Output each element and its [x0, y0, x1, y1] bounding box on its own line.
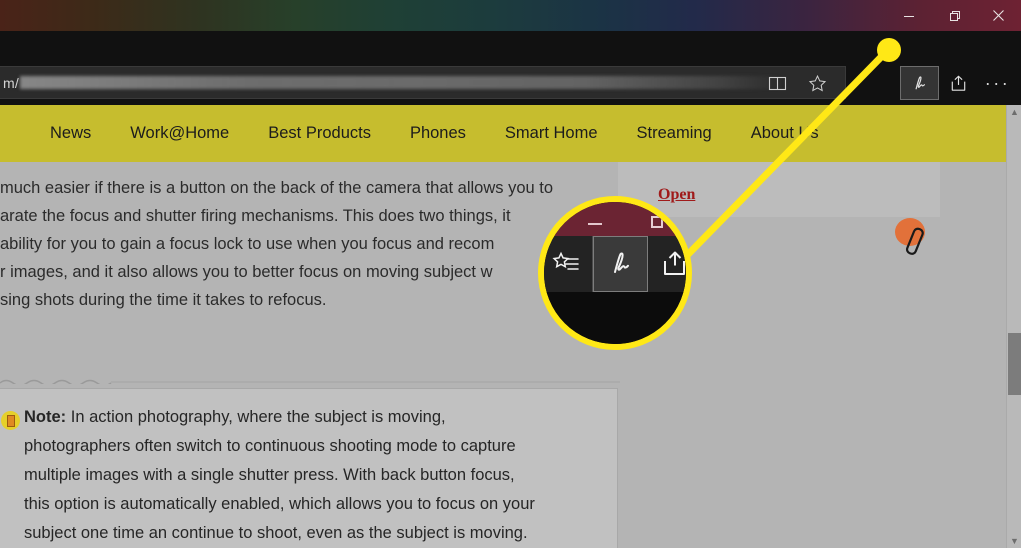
magnified-title-bar [544, 202, 686, 236]
address-bar[interactable]: m/ [0, 66, 846, 99]
site-navigation: News Work@Home Best Products Phones Smar… [0, 105, 1006, 255]
callout-anchor-dot [877, 38, 901, 62]
magnified-favorites-hub-icon[interactable] [544, 236, 593, 292]
minimize-button[interactable] [886, 0, 931, 31]
note-glyph-icon [6, 414, 15, 427]
close-button[interactable] [976, 0, 1021, 31]
nav-item-work-at-home[interactable]: Work@Home [130, 124, 229, 143]
note-line: subject one time an continue to shoot, e… [24, 524, 528, 542]
note-label: Note: [24, 408, 67, 426]
article-line: much easier if there is a button on the … [0, 179, 554, 197]
article-line: arate the focus and shutter firing mecha… [0, 207, 511, 225]
note-icon [1, 411, 20, 430]
title-bar [0, 0, 1021, 31]
pen-cursor-icon [893, 215, 937, 266]
nav-item-best-products[interactable]: Best Products [268, 124, 371, 143]
note-line: this option is automatically enabled, wh… [24, 495, 535, 513]
article-line: ability for you to gain a focus lock to … [0, 235, 495, 253]
chrome-toolbar: ··· [900, 66, 1017, 100]
nav-item-about-us[interactable]: About Us [751, 124, 819, 143]
article-line: sing shots during the time it takes to r… [0, 291, 327, 309]
nav-item-streaming[interactable]: Streaming [637, 124, 712, 143]
nav-item-news[interactable]: News [50, 124, 91, 143]
magnified-page-area [544, 292, 686, 344]
page-viewport: News Work@Home Best Products Phones Smar… [0, 105, 1021, 548]
note-line-text: In action photography, where the subject… [66, 408, 446, 426]
site-nav-list: News Work@Home Best Products Phones Smar… [50, 105, 819, 162]
address-bar-text: m/ [3, 74, 19, 91]
magnified-restore-icon [651, 216, 663, 228]
scroll-up-arrow-icon[interactable]: ▲ [1007, 105, 1021, 119]
magnified-web-notes-pen-icon[interactable] [593, 236, 648, 292]
web-notes-button[interactable] [900, 66, 939, 100]
settings-more-button[interactable]: ··· [978, 66, 1017, 100]
restore-button[interactable] [931, 0, 976, 31]
window-controls [886, 0, 1021, 31]
note-text: Note: In action photography, where the s… [24, 403, 609, 548]
nav-item-smart-home[interactable]: Smart Home [505, 124, 598, 143]
section-divider [0, 374, 620, 384]
magnified-share-icon[interactable] [648, 236, 686, 292]
magnified-minimize-icon [588, 223, 602, 225]
article-content: much easier if there is a button on the … [0, 162, 628, 548]
browser-window: m/ ··· News Work@Home Best Products Phon… [0, 0, 1021, 548]
magnified-toolbar-row [544, 236, 686, 292]
share-button[interactable] [939, 66, 978, 100]
page-scrollbar[interactable]: ▲ ▼ [1006, 105, 1021, 548]
scroll-down-arrow-icon[interactable]: ▼ [1007, 534, 1021, 548]
favorite-star-icon[interactable] [801, 69, 833, 99]
article-paragraph: much easier if there is a button on the … [0, 162, 628, 314]
note-line: photographers often switch to continuous… [24, 437, 516, 455]
magnified-toolbar-callout [538, 196, 692, 350]
scrollbar-thumb[interactable] [1008, 333, 1021, 395]
browser-chrome: m/ ··· [0, 31, 1021, 129]
address-bar-icons [761, 67, 841, 100]
address-bar-redacted-url [19, 76, 783, 89]
note-line: multiple images with a single shutter pr… [24, 466, 515, 484]
note-line: Note: In action photography, where the s… [24, 403, 609, 432]
article-line: r images, and it also allows you to bett… [0, 263, 493, 281]
nav-item-phones[interactable]: Phones [410, 124, 466, 143]
reading-view-icon[interactable] [761, 69, 793, 99]
note-callout-box: Note: In action photography, where the s… [0, 388, 618, 548]
ellipsis-icon: ··· [984, 73, 1011, 93]
